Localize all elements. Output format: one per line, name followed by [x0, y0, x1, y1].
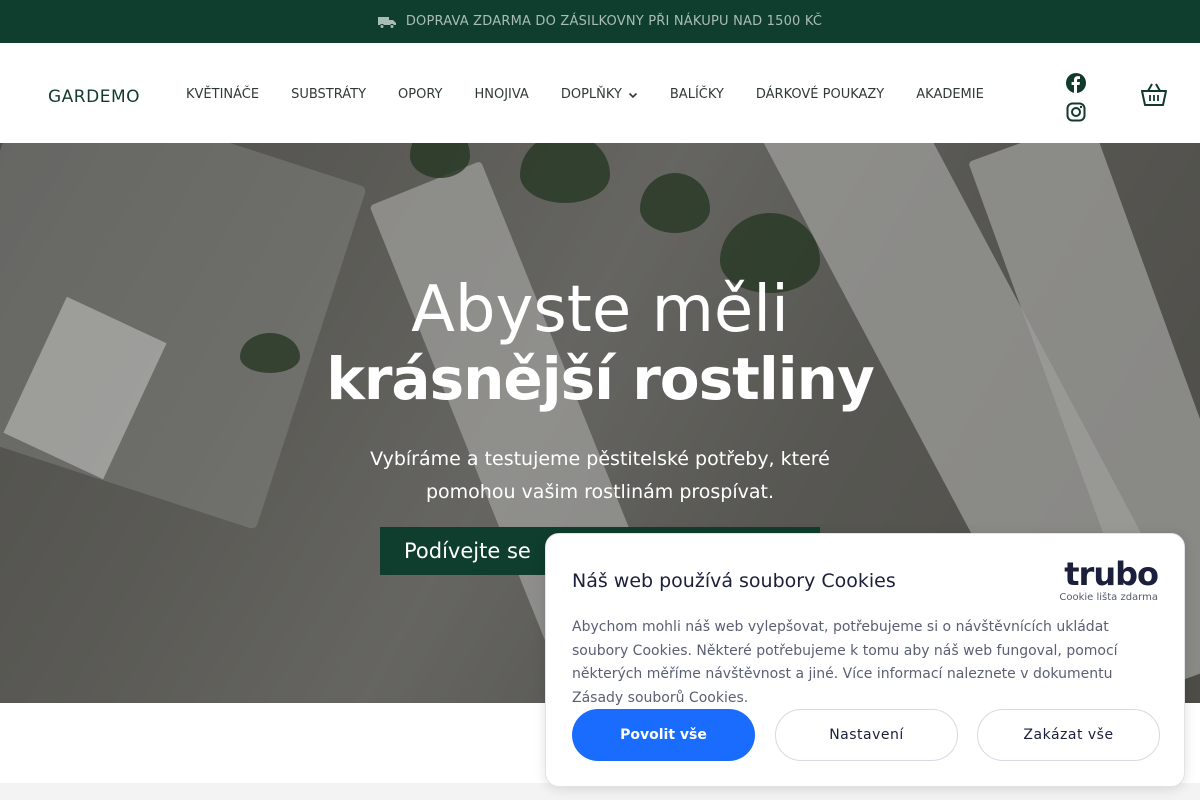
nav-item-darkove-poukazy[interactable]: DÁRKOVÉ POUKAZY: [756, 87, 884, 102]
nav-label: OPORY: [398, 87, 443, 102]
cookie-body: Abychom mohli náš web vylepšovat, potřeb…: [572, 619, 1118, 706]
cookie-banner: Náš web používá soubory Cookies trubo Co…: [545, 533, 1185, 787]
nav-label: DÁRKOVÉ POUKAZY: [755, 87, 885, 102]
nav-item-opory[interactable]: OPORY: [398, 87, 442, 102]
facebook-icon[interactable]: [1066, 73, 1086, 93]
chevron-down-icon: [628, 92, 637, 98]
promo-bar: DOPRAVA ZDARMA DO ZÁSILKOVNY PŘI NÁKUPU …: [0, 0, 1200, 43]
nav-label: DOPLŇKY: [560, 87, 622, 102]
settings-button[interactable]: Nastavení: [775, 709, 958, 761]
nav-item-substraty[interactable]: SUBSTRÁTY: [291, 87, 366, 102]
logo[interactable]: GARDEMO: [48, 87, 140, 107]
instagram-icon[interactable]: [1066, 102, 1086, 122]
social-links: [1066, 73, 1086, 122]
hero-title-line2: krásnější rostliny: [326, 345, 875, 413]
promo-text: DOPRAVA ZDARMA DO ZÁSILKOVNY PŘI NÁKUPU …: [405, 14, 823, 29]
nav-item-kvetinace[interactable]: KVĚTINÁČE: [186, 87, 259, 102]
nav-item-hnojiva[interactable]: HNOJIVA: [474, 87, 528, 102]
allow-all-button[interactable]: Povolit vše: [572, 709, 755, 761]
deny-all-button[interactable]: Zakázat vše: [977, 709, 1160, 761]
site-header: GARDEMO KVĚTINÁČE SUBSTRÁTY OPORY HNOJIV…: [0, 43, 1200, 143]
nav-label: BALÍČKY: [669, 87, 724, 102]
nav-label: SUBSTRÁTY: [291, 87, 367, 102]
nav-item-balicky[interactable]: BALÍČKY: [670, 87, 724, 102]
nav-label: KVĚTINÁČE: [186, 87, 260, 102]
cookie-brand[interactable]: trubo Cookie lišta zdarma: [1059, 555, 1159, 603]
nav-label: AKADEMIE: [916, 87, 984, 102]
brand-word: trubo: [1064, 555, 1159, 593]
nav-label: HNOJIVA: [474, 87, 529, 102]
cart-icon[interactable]: [1141, 83, 1167, 107]
main-nav: KVĚTINÁČE SUBSTRÁTY OPORY HNOJIVA DOPLŇK…: [186, 87, 1016, 102]
trubo-logo: trubo: [1059, 555, 1159, 593]
nav-item-akademie[interactable]: AKADEMIE: [916, 87, 984, 102]
brand-tagline: Cookie lišta zdarma: [1059, 592, 1158, 603]
nav-item-doplnky[interactable]: DOPLŇKY: [561, 87, 638, 102]
cookie-title: Náš web používá soubory Cookies: [572, 570, 896, 592]
hero-title-line1: Abyste měli: [411, 273, 789, 347]
hero-subtitle: Vybíráme a testujeme pěstitelské potřeby…: [370, 448, 830, 503]
truck-icon: [377, 16, 396, 29]
